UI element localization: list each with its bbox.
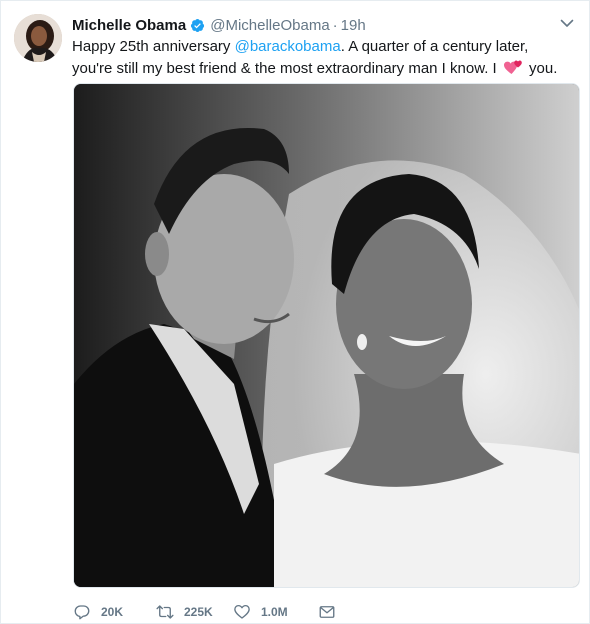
tweet-actions: 20K 225K 1.0M — [73, 601, 348, 623]
verified-badge-icon — [191, 18, 205, 32]
tweet-text: Happy 25th anniversary @barackobama. A q… — [72, 36, 572, 80]
timestamp[interactable]: 19h — [341, 17, 366, 34]
heart-icon — [234, 604, 250, 619]
direct-message-button[interactable] — [318, 603, 348, 621]
author-name[interactable]: Michelle Obama — [72, 17, 186, 34]
retweet-count: 225K — [184, 605, 213, 619]
chevron-down-icon[interactable] — [559, 15, 575, 31]
tweet-header: Michelle Obama @MichelleObama · 19h — [72, 15, 366, 35]
avatar[interactable] — [14, 14, 62, 62]
separator-dot: · — [332, 16, 338, 34]
tweet-text-part1: Happy 25th anniversary — [72, 38, 235, 55]
mention-link[interactable]: @barackobama — [235, 38, 341, 55]
like-button[interactable]: 1.0M — [233, 603, 318, 621]
tweet-photo[interactable] — [73, 83, 580, 588]
envelope-icon — [319, 606, 335, 618]
tweet-card[interactable]: Michelle Obama @MichelleObama · 19h Happ… — [0, 0, 590, 624]
reply-button[interactable]: 20K — [73, 603, 156, 621]
reply-count: 20K — [101, 605, 124, 619]
author-handle[interactable]: @MichelleObama — [210, 17, 329, 34]
like-count: 1.0M — [261, 605, 288, 619]
reply-icon — [74, 605, 90, 620]
tweet-text-part3: you. — [524, 60, 558, 77]
two-hearts-emoji-icon — [503, 60, 522, 74]
retweet-button[interactable]: 225K — [156, 603, 233, 621]
retweet-icon — [156, 605, 174, 619]
